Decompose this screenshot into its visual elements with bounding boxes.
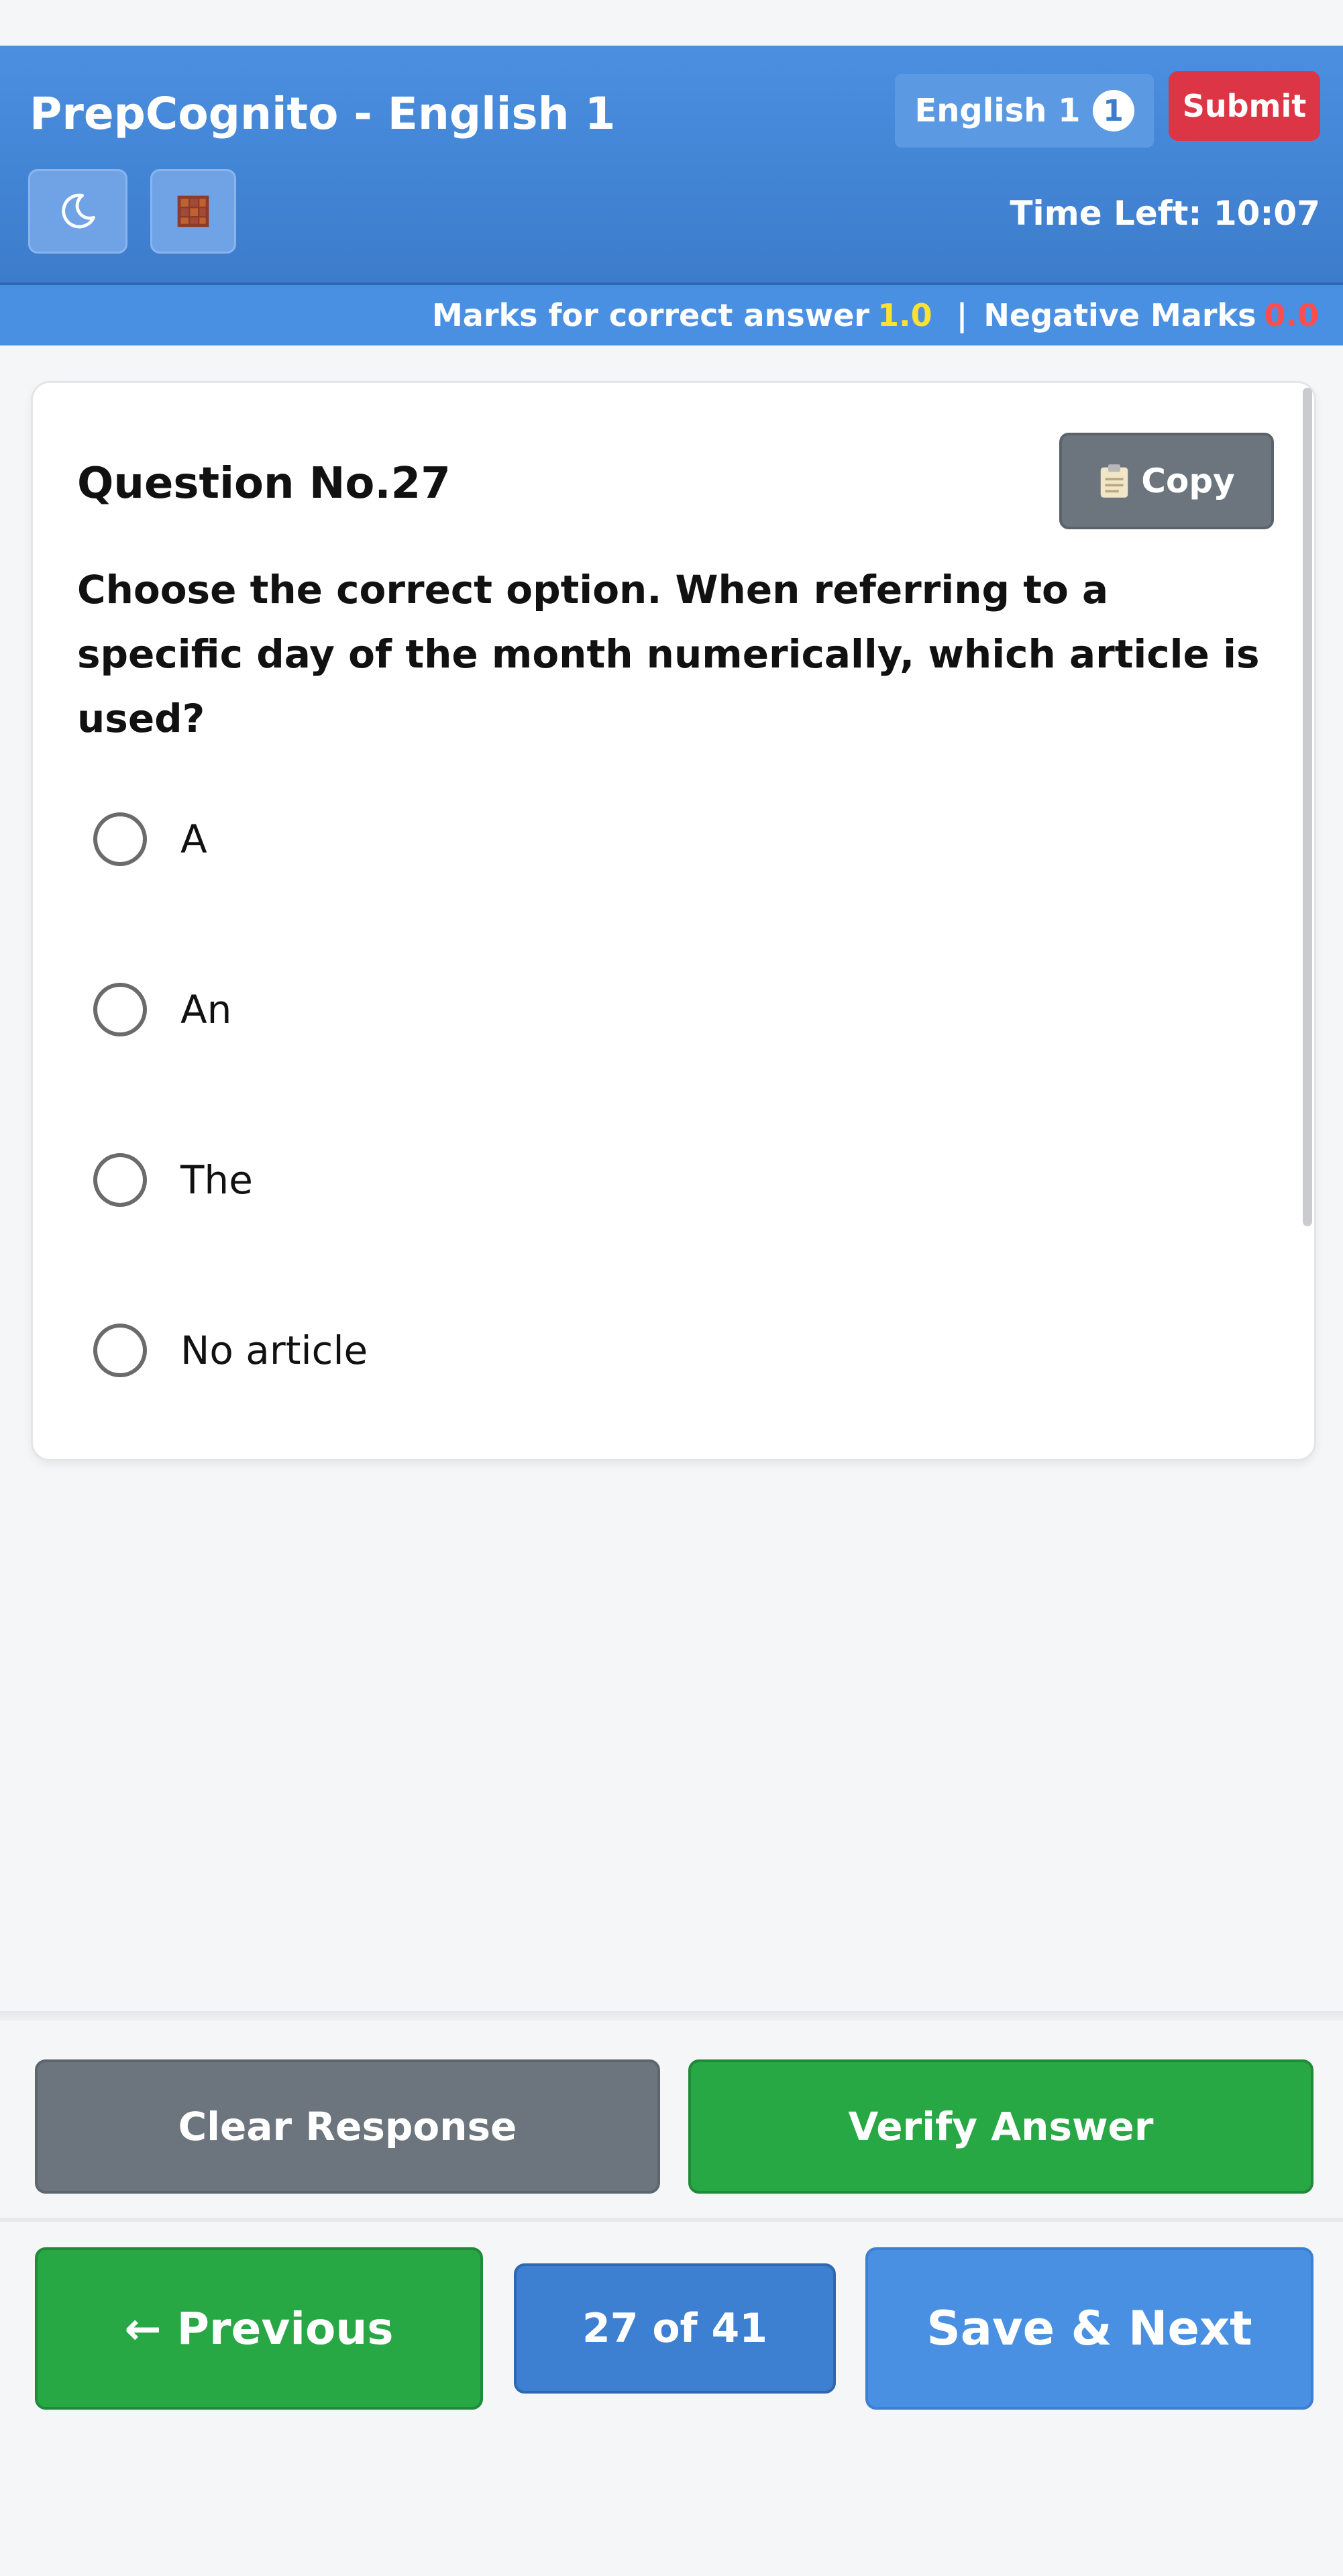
copy-label: Copy (1141, 462, 1235, 500)
clipboard-icon (1101, 464, 1128, 498)
option-no-article[interactable]: No article (93, 1310, 1234, 1391)
nav-divider (0, 2218, 1343, 2222)
option-label: A (180, 816, 207, 862)
negative-marks-value: 0.0 (1264, 297, 1320, 333)
grid-icon (177, 195, 209, 227)
app-header: PrepCognito - English 1 English 1 1 Subm… (0, 46, 1343, 285)
bottom-divider (0, 2011, 1343, 2021)
previous-button[interactable]: ← Previous (35, 2247, 483, 2410)
question-card: Question No.27 Copy Choose the correct o… (31, 381, 1316, 1461)
dark-mode-toggle[interactable] (28, 169, 127, 254)
radio-button[interactable] (93, 812, 147, 866)
card-scrollbar[interactable] (1303, 388, 1312, 1226)
option-label: An (180, 987, 232, 1032)
subject-label: English 1 (914, 92, 1081, 129)
radio-button[interactable] (93, 1153, 147, 1207)
option-label: No article (180, 1328, 368, 1373)
save-and-next-button[interactable]: Save & Next (865, 2247, 1313, 2410)
question-counter-button[interactable]: 27 of 41 (514, 2263, 836, 2394)
negative-marks-label: Negative Marks (983, 297, 1256, 333)
clear-response-button[interactable]: Clear Response (35, 2059, 660, 2194)
subject-count-badge: 1 (1092, 90, 1134, 131)
option-the[interactable]: The (93, 1140, 1234, 1220)
copy-button[interactable]: Copy (1059, 433, 1274, 529)
option-label: The (180, 1157, 253, 1203)
option-a[interactable]: A (93, 799, 1234, 879)
radio-button[interactable] (93, 983, 147, 1036)
question-number: Question No.27 (77, 459, 451, 508)
option-an[interactable]: An (93, 969, 1234, 1050)
correct-marks-label: Marks for correct answer (432, 297, 870, 333)
correct-marks-value: 1.0 (877, 297, 932, 333)
marks-info-bar: Marks for correct answer 1.0 | Negative … (0, 285, 1343, 345)
app-title: PrepCognito - English 1 (30, 88, 616, 140)
question-palette-button[interactable] (150, 169, 236, 254)
quiz-page: PrepCognito - English 1 English 1 1 Subm… (0, 0, 1343, 2576)
moon-icon (62, 193, 95, 229)
verify-answer-button[interactable]: Verify Answer (688, 2059, 1313, 2194)
time-left: Time Left: 10:07 (1010, 194, 1320, 233)
radio-button[interactable] (93, 1324, 147, 1377)
question-text: Choose the correct option. When referrin… (77, 567, 1260, 741)
submit-button[interactable]: Submit (1169, 71, 1320, 141)
subject-selector[interactable]: English 1 1 (895, 74, 1154, 148)
marks-separator: | (956, 297, 968, 333)
